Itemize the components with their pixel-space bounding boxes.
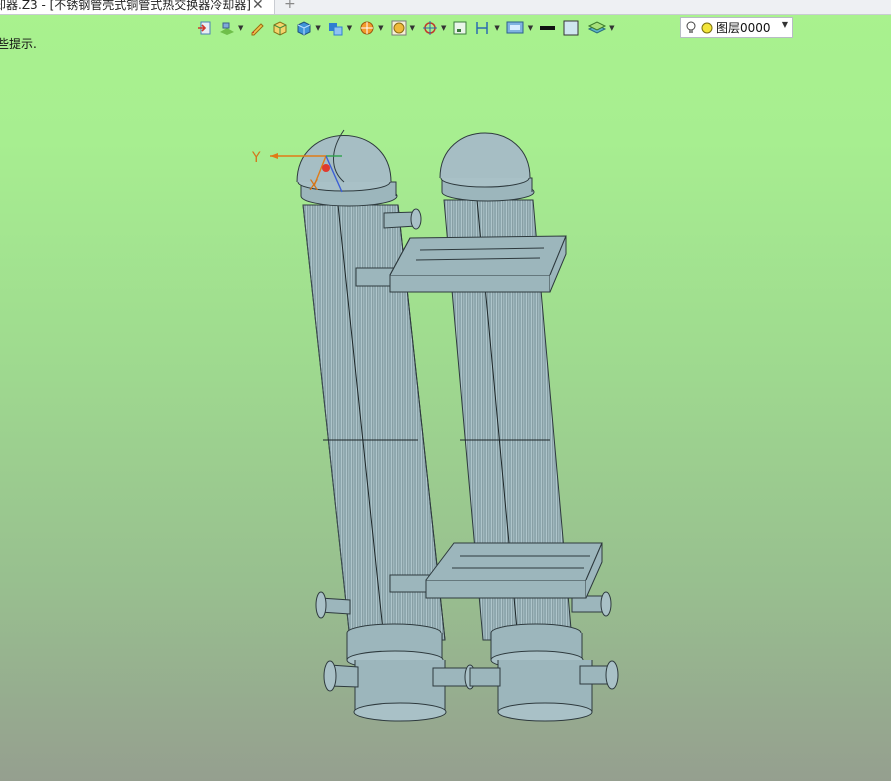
right-heat-exchanger [439, 132, 619, 722]
3d-viewport[interactable]: Y X [0, 0, 891, 781]
y-axis-label: Y [251, 150, 261, 166]
x-axis-label: X [309, 178, 319, 194]
